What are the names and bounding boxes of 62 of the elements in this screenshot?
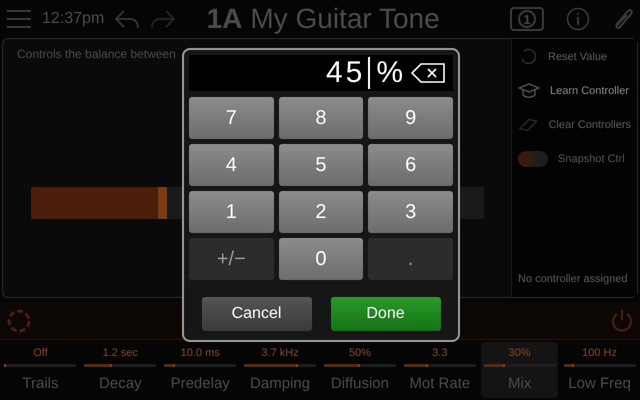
parameter-slider[interactable] [404, 364, 476, 367]
mortarboard-icon [518, 82, 540, 100]
keypad-key[interactable]: 6 [368, 144, 453, 186]
status-text: No controller assigned [518, 272, 628, 286]
parameter-slider[interactable] [84, 364, 156, 367]
snapshot-button[interactable]: 1 [510, 7, 544, 31]
keypad-key[interactable]: 1 [189, 191, 274, 233]
keypad-key[interactable]: 8 [278, 97, 364, 139]
parameter-value: 3.3 [432, 346, 448, 360]
keypad-key[interactable]: 4 [189, 144, 274, 186]
parameter-value: Off [33, 346, 48, 360]
cancel-button[interactable]: Cancel [202, 297, 312, 331]
redo-icon[interactable] [150, 8, 176, 30]
parameter-knob[interactable]: 100 Hz Low Freq [561, 342, 638, 398]
parameter-knob[interactable]: 3.3 Mot Rate [401, 342, 478, 398]
snapshot-number: 1 [518, 10, 536, 28]
parameter-value: 1.2 sec [102, 346, 138, 360]
power-icon[interactable] [610, 308, 634, 334]
keypad-key[interactable]: +/− [189, 238, 274, 280]
parameter-label: Decay [99, 374, 142, 394]
menu-icon[interactable] [6, 9, 32, 29]
parameter-slider[interactable] [484, 364, 556, 367]
description-text: Controls the balance between [17, 46, 177, 63]
parameter-knob[interactable]: Off Trails [2, 342, 79, 398]
keypad-key[interactable]: 9 [368, 97, 453, 139]
toggle-label: Snapshot Ctrl [558, 152, 625, 167]
parameter-value: 30% [508, 346, 531, 360]
parameter-value: 50% [348, 346, 371, 360]
parameter-label: Predelay [170, 374, 230, 394]
keypad-key[interactable]: 3 [368, 191, 453, 233]
info-icon[interactable] [566, 7, 590, 31]
parameter-knob[interactable]: 3.7 kHz Damping [242, 342, 318, 398]
preset-number: 1A [206, 2, 242, 36]
parameter-label: Trails [22, 374, 58, 394]
value-text: 45 [326, 57, 370, 89]
parameter-knob[interactable]: 1.2 sec Decay [82, 342, 159, 398]
eraser-icon [518, 116, 538, 134]
parameter-knob[interactable]: 50% Diffusion [322, 342, 398, 398]
model-icon[interactable] [6, 308, 32, 334]
keypad-key[interactable]: . [368, 238, 453, 280]
parameter-value: 10.0 ms [180, 346, 220, 360]
undo-icon[interactable] [114, 8, 140, 30]
keypad-key[interactable]: 2 [278, 191, 364, 233]
menu-item[interactable]: Learn Controller [550, 82, 629, 100]
toggle-switch[interactable] [518, 151, 548, 167]
unit-text: % [376, 57, 403, 89]
parameter-label: Diffusion [330, 374, 389, 394]
parameter-label: Low Freq [568, 374, 631, 394]
parameter-value: 100 Hz [582, 346, 617, 360]
clock-time: 12:37pm [42, 9, 104, 29]
done-button[interactable]: Done [330, 297, 440, 331]
keypad-key[interactable]: 7 [189, 97, 274, 139]
parameter-label: Mot Rate [409, 374, 470, 394]
backspace-icon[interactable] [411, 63, 445, 83]
parameter-value: 3.7 kHz [261, 346, 299, 360]
preset-name: My Guitar Tone [250, 2, 440, 36]
keypad-key[interactable]: 0 [278, 238, 364, 280]
parameter-slider[interactable] [244, 364, 316, 367]
parameter-knob[interactable]: 10.0 ms Predelay [162, 342, 239, 398]
parameter-slider[interactable] [324, 364, 396, 367]
parameter-label: Damping [250, 374, 310, 394]
keypad-key[interactable]: 5 [278, 144, 364, 186]
